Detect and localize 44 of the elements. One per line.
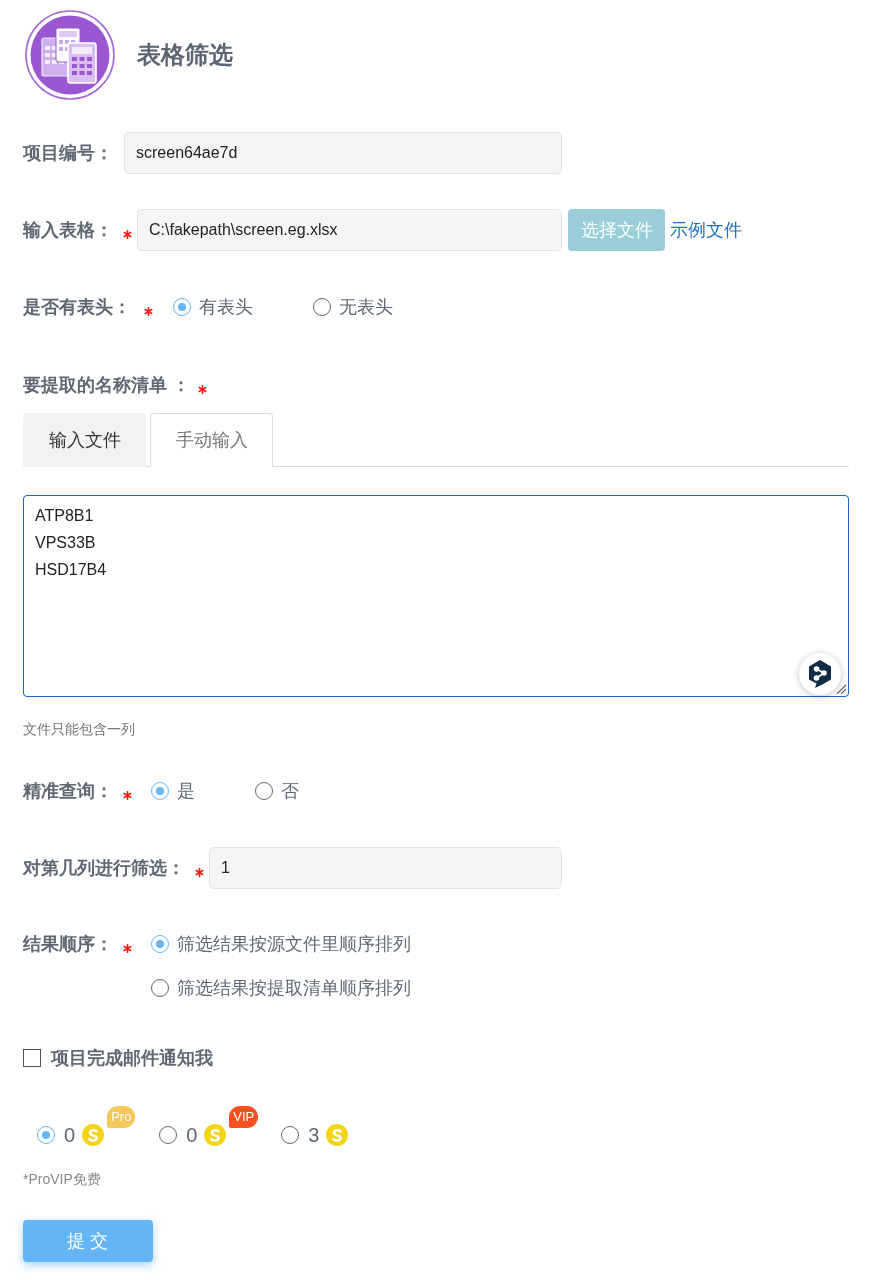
- field-label: 精准查询：: [23, 779, 113, 803]
- radio-label: 是: [177, 779, 195, 803]
- price-amount: 0: [64, 1123, 76, 1148]
- page-title: 表格筛选: [137, 40, 233, 70]
- plan-badge: VIP: [229, 1106, 259, 1128]
- field-label: 是否有表头：: [23, 295, 131, 319]
- checkbox[interactable]: [23, 1049, 41, 1067]
- resize-grip-icon[interactable]: [836, 684, 846, 694]
- text-input-field[interactable]: 1: [209, 847, 562, 889]
- radio-label: 筛选结果按源文件里顺序排列: [177, 932, 411, 956]
- radio-button[interactable]: [159, 1126, 178, 1144]
- coin-icon: [82, 1124, 105, 1146]
- radio-button[interactable]: [173, 298, 191, 316]
- radio-button[interactable]: [313, 298, 331, 316]
- tab[interactable]: 手动输入: [150, 413, 273, 467]
- price-amount: 0: [186, 1123, 198, 1148]
- text-input-field[interactable]: screen64ae7d: [124, 132, 562, 174]
- field-label: 对第几列进行筛选：: [23, 856, 185, 880]
- tab[interactable]: 输入文件: [23, 413, 146, 467]
- radio-button[interactable]: [37, 1126, 55, 1144]
- example-file-link[interactable]: 示例文件: [670, 216, 742, 244]
- radio-label: 筛选结果按提取清单顺序排列: [177, 976, 411, 1000]
- hint-text: 文件只能包含一列: [23, 720, 135, 738]
- radio-button[interactable]: [281, 1126, 300, 1144]
- radio-label: 无表头: [339, 295, 393, 319]
- coin-icon: [204, 1124, 227, 1146]
- pricing-note: *ProVIP免费: [23, 1170, 101, 1188]
- calculators-logo-icon: [25, 10, 115, 100]
- field-label: 输入表格：: [23, 218, 113, 242]
- radio-button[interactable]: [255, 782, 273, 800]
- field-label: 结果顺序：: [23, 932, 113, 956]
- text-input-field[interactable]: C:\fakepath\screen.eg.xlsx: [137, 209, 562, 251]
- radio-label: 有表头: [199, 295, 253, 319]
- radio-button[interactable]: [151, 935, 169, 953]
- textarea-field[interactable]: ATP8B1 VPS33B HSD17B4: [23, 495, 849, 697]
- radio-label: 否: [281, 779, 299, 803]
- checkbox-label: 项目完成邮件通知我: [51, 1046, 213, 1070]
- field-label: 项目编号：: [23, 141, 113, 165]
- radio-button[interactable]: [151, 782, 169, 800]
- price-amount: 3: [308, 1123, 320, 1148]
- field-label: 要提取的名称清单 ：: [23, 373, 190, 397]
- coin-icon: [326, 1124, 349, 1146]
- radio-button[interactable]: [151, 979, 169, 997]
- plan-badge: Pro: [107, 1106, 136, 1128]
